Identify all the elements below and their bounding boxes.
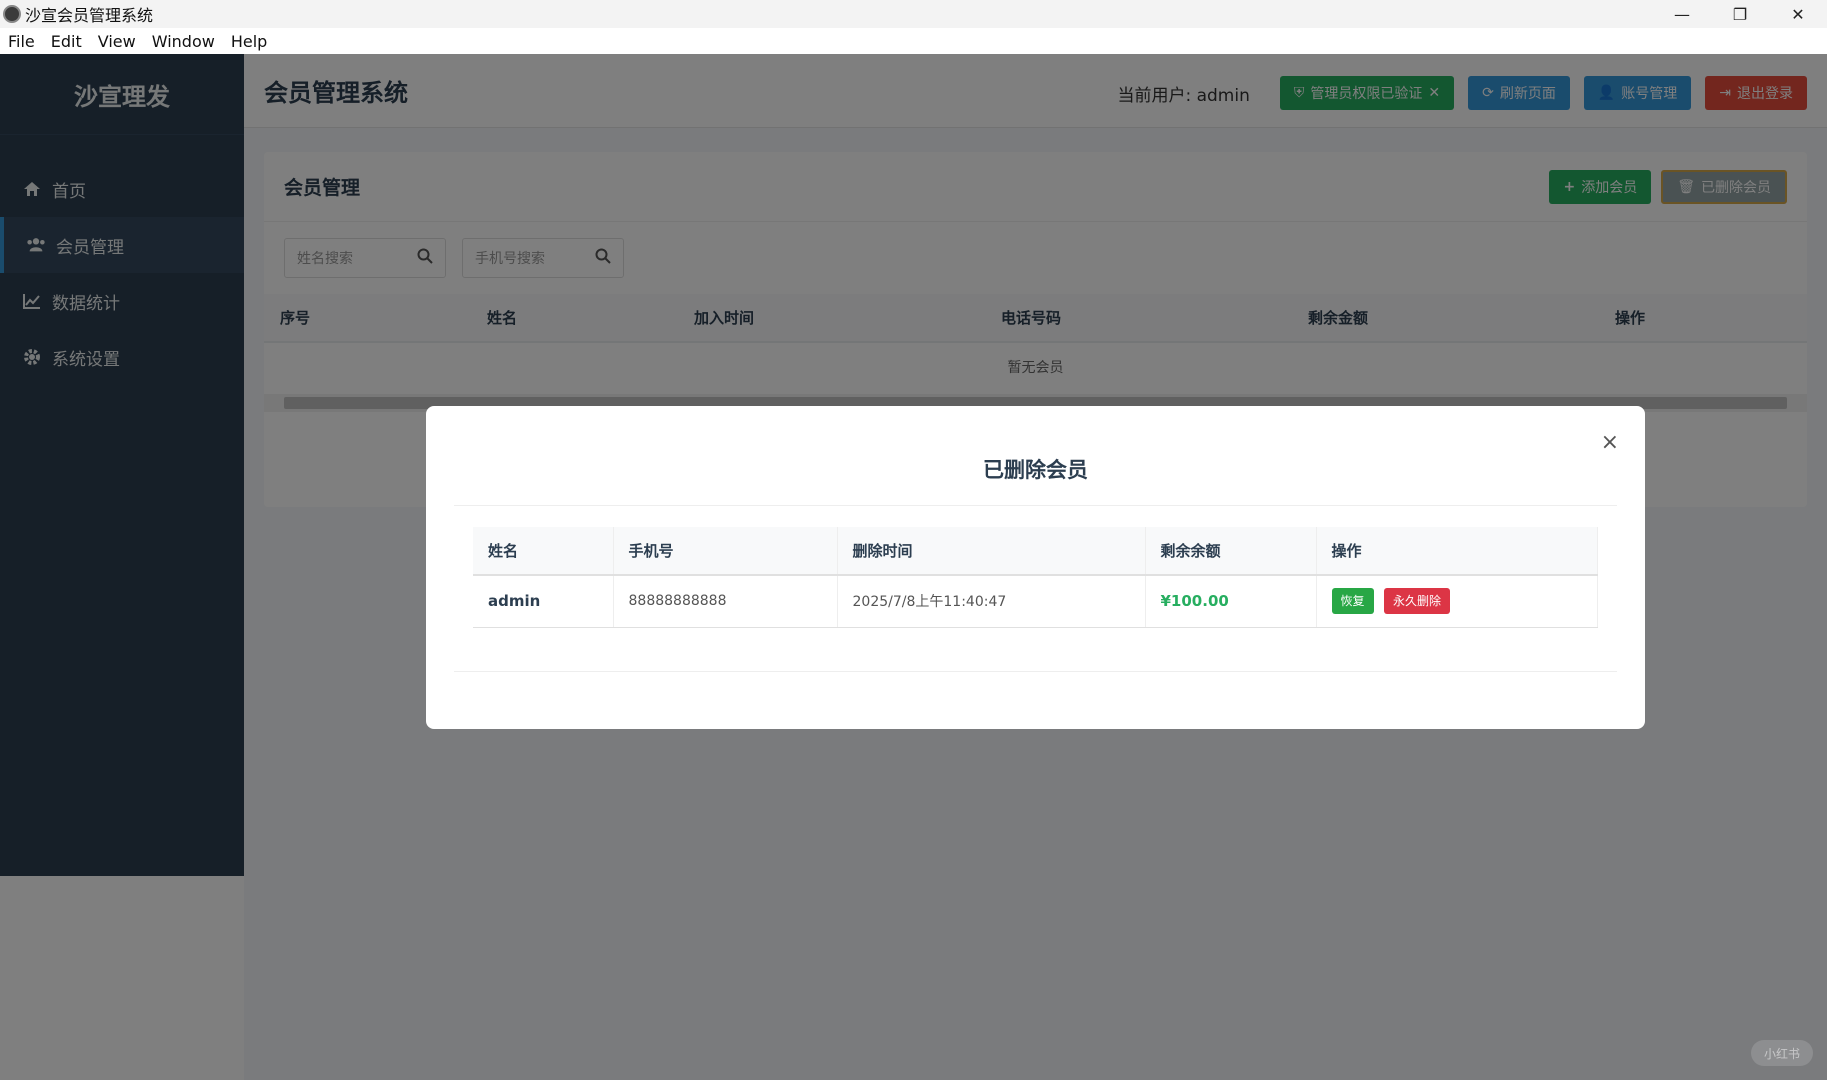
col-deleted-time: 删除时间 bbox=[837, 527, 1146, 576]
modal-divider bbox=[454, 505, 1617, 506]
menu-window[interactable]: Window bbox=[144, 32, 223, 51]
row-phone: 88888888888 bbox=[613, 575, 838, 628]
app-icon bbox=[3, 5, 21, 23]
window-title: 沙宣会员管理系统 bbox=[25, 6, 154, 25]
window-controls: — ❐ ✕ bbox=[1653, 0, 1827, 28]
modal-title: 已删除会员 bbox=[983, 458, 1088, 482]
menu-view[interactable]: View bbox=[90, 32, 144, 51]
menu-help[interactable]: Help bbox=[223, 32, 275, 51]
modal-close-button[interactable]: × bbox=[1601, 430, 1619, 455]
row-name: admin bbox=[473, 575, 614, 628]
row-actions: 恢复 永久删除 bbox=[1316, 575, 1598, 628]
col-balance: 剩余余额 bbox=[1145, 527, 1317, 576]
row-balance: ¥100.00 bbox=[1145, 575, 1317, 628]
close-window-button[interactable]: ✕ bbox=[1769, 0, 1827, 28]
menu-file[interactable]: File bbox=[0, 32, 43, 51]
restore-button[interactable]: 恢复 bbox=[1331, 588, 1374, 615]
menu-bar: File Edit View Window Help bbox=[0, 28, 1827, 54]
permanent-delete-button[interactable]: 永久删除 bbox=[1383, 588, 1450, 615]
table-header-row: 姓名 手机号 删除时间 剩余余额 操作 bbox=[473, 527, 1598, 576]
restore-button[interactable]: ❐ bbox=[1711, 0, 1769, 28]
watermark: 小红书 bbox=[1751, 1040, 1813, 1066]
window-titlebar: 沙宣会员管理系统 — ❐ ✕ bbox=[0, 0, 1827, 28]
menu-edit[interactable]: Edit bbox=[43, 32, 90, 51]
col-name: 姓名 bbox=[473, 527, 614, 576]
deleted-members-table: 姓名 手机号 删除时间 剩余余额 操作 admin 88888888888 20… bbox=[473, 527, 1598, 628]
minimize-button[interactable]: — bbox=[1653, 0, 1711, 28]
row-deleted-time: 2025/7/8上午11:40:47 bbox=[837, 575, 1146, 628]
table-row: admin 88888888888 2025/7/8上午11:40:47 ¥10… bbox=[473, 575, 1598, 628]
modal-footer-divider bbox=[454, 671, 1617, 672]
deleted-members-modal: × 已删除会员 姓名 手机号 删除时间 剩余余额 操作 admin 888888… bbox=[426, 406, 1645, 729]
col-phone: 手机号 bbox=[613, 527, 838, 576]
col-actions: 操作 bbox=[1316, 527, 1598, 576]
